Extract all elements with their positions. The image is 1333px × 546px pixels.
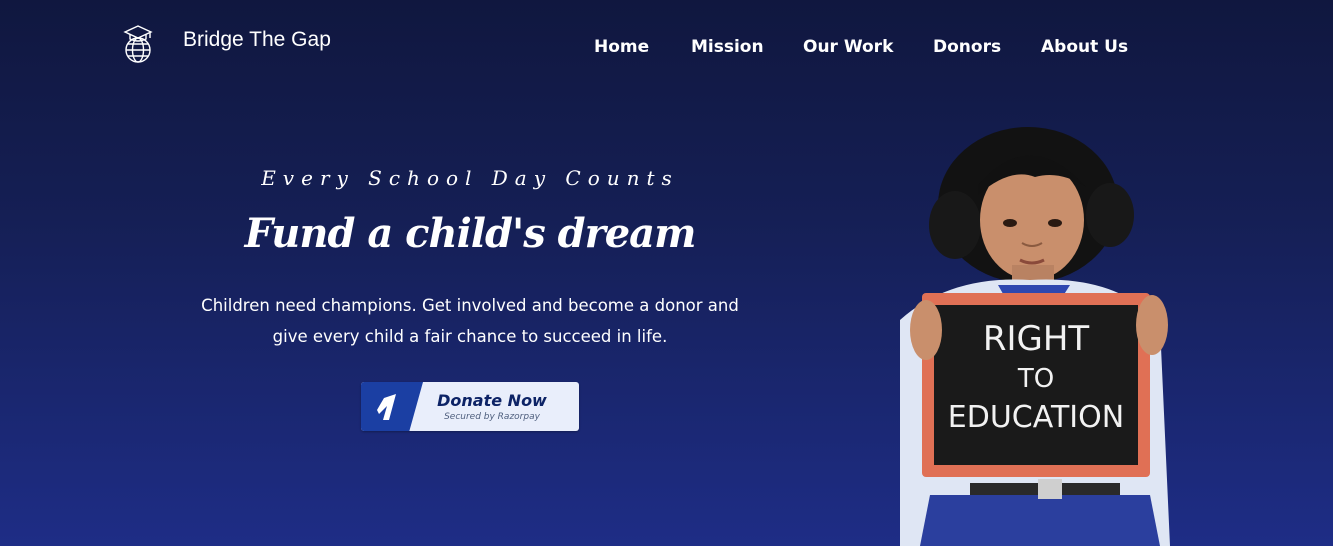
hero-headline: Fund a child's dream [244, 210, 697, 257]
nav-mission[interactable]: Mission [691, 37, 764, 57]
chalkboard-line-2: TO [1017, 364, 1054, 394]
brand-name[interactable]: Bridge The Gap [183, 28, 331, 52]
razorpay-secured-label: Secured by Razorpay [444, 412, 540, 422]
nav-home[interactable]: Home [594, 37, 649, 57]
hero-description: Children need champions. Get involved an… [201, 296, 739, 346]
razorpay-icon [377, 394, 396, 420]
chalkboard-line-1: RIGHT [983, 319, 1090, 359]
donate-label: Donate Now [437, 391, 547, 410]
nav-donors[interactable]: Donors [933, 37, 1001, 57]
child-holding-chalkboard-image: RIGHT TO EDUCATION [900, 127, 1170, 546]
hero-tagline: Every School Day Counts [261, 166, 679, 190]
chalkboard-line-3: EDUCATION [948, 400, 1124, 435]
nav-about-us[interactable]: About Us [1041, 37, 1128, 57]
globe-graduation-cap-icon[interactable] [121, 24, 155, 64]
donate-now-button[interactable]: Donate Now Secured by Razorpay [361, 382, 579, 431]
nav-our-work[interactable]: Our Work [803, 37, 893, 57]
